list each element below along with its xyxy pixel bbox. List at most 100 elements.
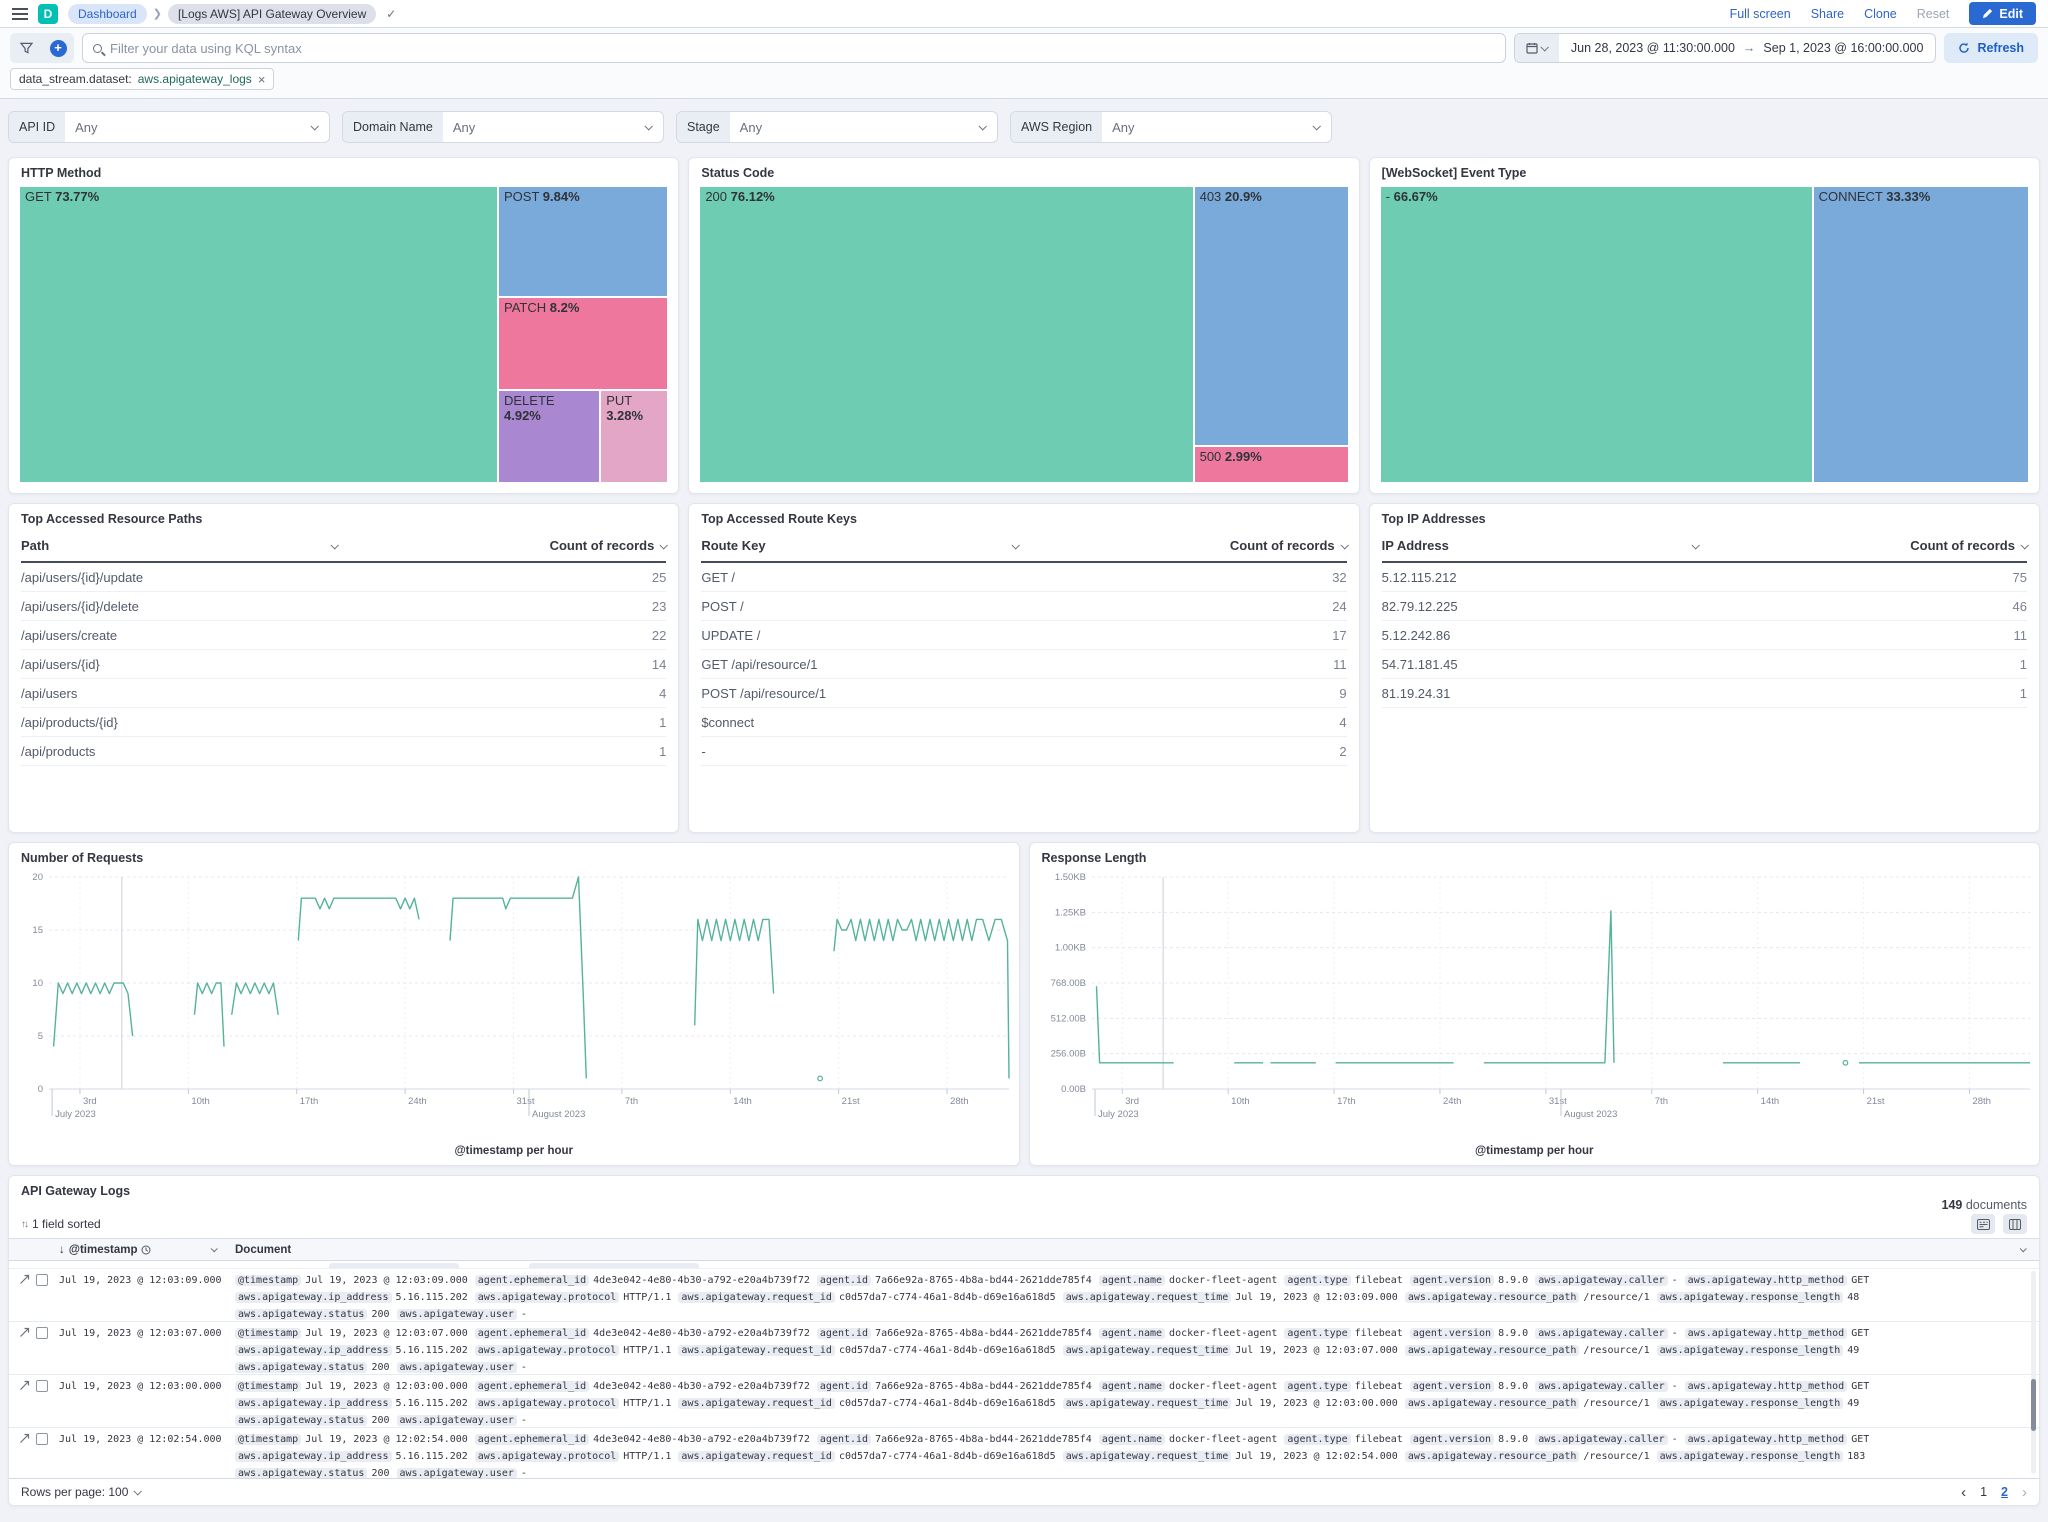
- svg-text:768.00B: 768.00B: [1050, 978, 1085, 989]
- row-checkbox[interactable]: [36, 1380, 48, 1392]
- row-label[interactable]: -: [701, 744, 705, 759]
- line-series: [298, 898, 419, 940]
- full-screen-button[interactable]: Full screen: [1730, 7, 1791, 21]
- treemap-tile-put[interactable]: PUT 3.28%: [600, 390, 668, 483]
- calendar-icon-button[interactable]: [1515, 34, 1559, 62]
- panel-title: Top Accessed Route Keys: [689, 504, 1358, 530]
- row-label[interactable]: /api/users/{id}: [21, 657, 100, 672]
- table-row: 5.12.115.21275: [1382, 563, 2027, 592]
- edit-button[interactable]: Edit: [1969, 2, 2036, 25]
- table-row: /api/users/{id}/delete23: [21, 592, 666, 621]
- chevron-down-icon: [1340, 541, 1348, 549]
- control-api-id[interactable]: API ID Any: [8, 111, 330, 143]
- row-label[interactable]: 81.19.24.31: [1382, 686, 1451, 701]
- row-label[interactable]: POST /: [701, 599, 743, 614]
- share-button[interactable]: Share: [1811, 7, 1844, 21]
- filter-funnel-icon[interactable]: [10, 33, 42, 63]
- breadcrumb-dashboard[interactable]: Dashboard: [68, 4, 147, 24]
- treemap-tile-200[interactable]: 200 76.12%: [699, 186, 1193, 483]
- row-checkbox[interactable]: [36, 1327, 48, 1339]
- row-label[interactable]: 54.71.181.45: [1382, 657, 1458, 672]
- doc-field-pair: aws.apigateway.http_methodGET: [1685, 1272, 1870, 1289]
- chevron-down-icon: [2020, 1245, 2027, 1252]
- expand-row-icon[interactable]: [19, 1327, 30, 1338]
- line-series: [834, 919, 1009, 1078]
- doc-field-pair: @timestampJul 19, 2023 @ 12:02:54.000: [235, 1431, 468, 1448]
- reset-button[interactable]: Reset: [1917, 7, 1950, 21]
- pagination-page-1[interactable]: 1: [1980, 1485, 1987, 1499]
- row-count: 17: [1332, 628, 1346, 643]
- add-filter-icon[interactable]: +: [42, 33, 74, 63]
- row-count: 14: [652, 657, 666, 672]
- grid-view-icon[interactable]: [2003, 1214, 2027, 1234]
- doc-field-pair: aws.apigateway.request_idc0d57da7-c774-4…: [678, 1395, 1055, 1412]
- control-aws-region[interactable]: AWS Region Any: [1010, 111, 1332, 143]
- row-label[interactable]: POST /api/resource/1: [701, 686, 826, 701]
- row-label[interactable]: UPDATE /: [701, 628, 760, 643]
- scrollbar-thumb[interactable]: [2031, 1379, 2036, 1431]
- sort-header-count[interactable]: Count of records: [1910, 538, 2027, 553]
- row-label[interactable]: /api/users/create: [21, 628, 117, 643]
- expand-row-icon[interactable]: [19, 1380, 30, 1391]
- date-range-picker: Jun 28, 2023 @ 11:30:00.000 → Sep 1, 202…: [1514, 33, 1937, 63]
- control-stage[interactable]: Stage Any: [676, 111, 998, 143]
- row-checkbox[interactable]: [36, 1274, 48, 1286]
- treemap-tile-patch[interactable]: PATCH 8.2%: [498, 297, 668, 390]
- pagination-page-2[interactable]: 2: [2001, 1485, 2008, 1499]
- expand-row-icon[interactable]: [19, 1274, 30, 1285]
- sort-header-count[interactable]: Count of records: [550, 538, 667, 553]
- row-label[interactable]: /api/users/{id}/update: [21, 570, 143, 585]
- row-label[interactable]: 82.79.12.225: [1382, 599, 1458, 614]
- row-label[interactable]: $connect: [701, 715, 754, 730]
- svg-text:17th: 17th: [1337, 1096, 1356, 1107]
- table-row: /api/users/create22: [21, 621, 666, 650]
- response-length-chart[interactable]: 0.00B256.00B512.00B768.00B1.00KB1.25KB1.…: [1030, 869, 2040, 1145]
- filter-pill[interactable]: data_stream.dataset: aws.apigateway_logs…: [10, 68, 274, 90]
- close-icon[interactable]: ×: [258, 72, 266, 87]
- treemap-tile-delete[interactable]: DELETE 4.92%: [498, 390, 600, 483]
- treemap-tile-403[interactable]: 403 20.9%: [1194, 186, 1349, 446]
- partially-scrolled-row: [9, 1261, 2039, 1269]
- grid-scrollbar[interactable]: [2031, 1271, 2036, 1474]
- table-row: GET /32: [701, 563, 1346, 592]
- treemap-tile-connect[interactable]: CONNECT 33.33%: [1813, 186, 2029, 483]
- sorted-fields-button[interactable]: ↑↓ 1 field sorted: [21, 1217, 101, 1231]
- row-label[interactable]: /api/users/{id}/delete: [21, 599, 139, 614]
- treemap-tile--[interactable]: - 66.67%: [1380, 186, 1813, 483]
- document-column-header[interactable]: Document: [235, 1244, 2039, 1256]
- doc-field-pair: aws.apigateway.protocolHTTP/1.1: [475, 1342, 672, 1359]
- row-label[interactable]: GET /api/resource/1: [701, 657, 817, 672]
- row-label[interactable]: /api/products/{id}: [21, 715, 118, 730]
- rows-per-page-button[interactable]: Rows per page: 100: [21, 1485, 140, 1499]
- space-avatar[interactable]: D: [38, 4, 58, 24]
- row-label[interactable]: 5.12.115.212: [1382, 570, 1457, 585]
- row-label[interactable]: /api/users: [21, 686, 77, 701]
- row-checkbox[interactable]: [36, 1433, 48, 1445]
- timestamp-column-header[interactable]: ↓ @timestamp: [59, 1244, 235, 1256]
- chevron-down-icon[interactable]: [211, 1245, 218, 1252]
- sort-header-ip-address[interactable]: IP Address: [1382, 538, 1698, 553]
- row-label[interactable]: /api/products: [21, 744, 95, 759]
- display-options-icon[interactable]: [1971, 1214, 1995, 1234]
- chevron-down-icon: [1011, 541, 1019, 549]
- sort-header-path[interactable]: Path: [21, 538, 337, 553]
- expand-row-icon[interactable]: [19, 1433, 30, 1444]
- treemap-tile-post[interactable]: POST 9.84%: [498, 186, 668, 297]
- pagination-next-icon[interactable]: ›: [2022, 1484, 2027, 1501]
- refresh-button[interactable]: Refresh: [1944, 33, 2038, 63]
- control-domain-name[interactable]: Domain Name Any: [342, 111, 664, 143]
- row-label[interactable]: 5.12.242.86: [1382, 628, 1451, 643]
- kql-search-input[interactable]: Filter your data using KQL syntax: [82, 33, 1506, 63]
- clone-button[interactable]: Clone: [1864, 7, 1897, 21]
- row-label[interactable]: GET /: [701, 570, 735, 585]
- breadcrumb-page-title[interactable]: [Logs AWS] API Gateway Overview: [168, 4, 376, 24]
- menu-hamburger-icon[interactable]: [12, 8, 28, 20]
- treemap-tile-get[interactable]: GET 73.77%: [19, 186, 498, 483]
- treemap-tile-500[interactable]: 500 2.99%: [1194, 446, 1349, 483]
- date-start[interactable]: Jun 28, 2023 @ 11:30:00.000: [1571, 41, 1735, 55]
- sort-header-route-key[interactable]: Route Key: [701, 538, 1017, 553]
- sort-header-count[interactable]: Count of records: [1230, 538, 1347, 553]
- pagination-prev-icon[interactable]: ‹: [1961, 1484, 1966, 1501]
- number-of-requests-chart[interactable]: 051015203rd10th17th24th31st7th14th21st28…: [9, 869, 1019, 1145]
- date-end[interactable]: Sep 1, 2023 @ 16:00:00.000: [1763, 41, 1923, 55]
